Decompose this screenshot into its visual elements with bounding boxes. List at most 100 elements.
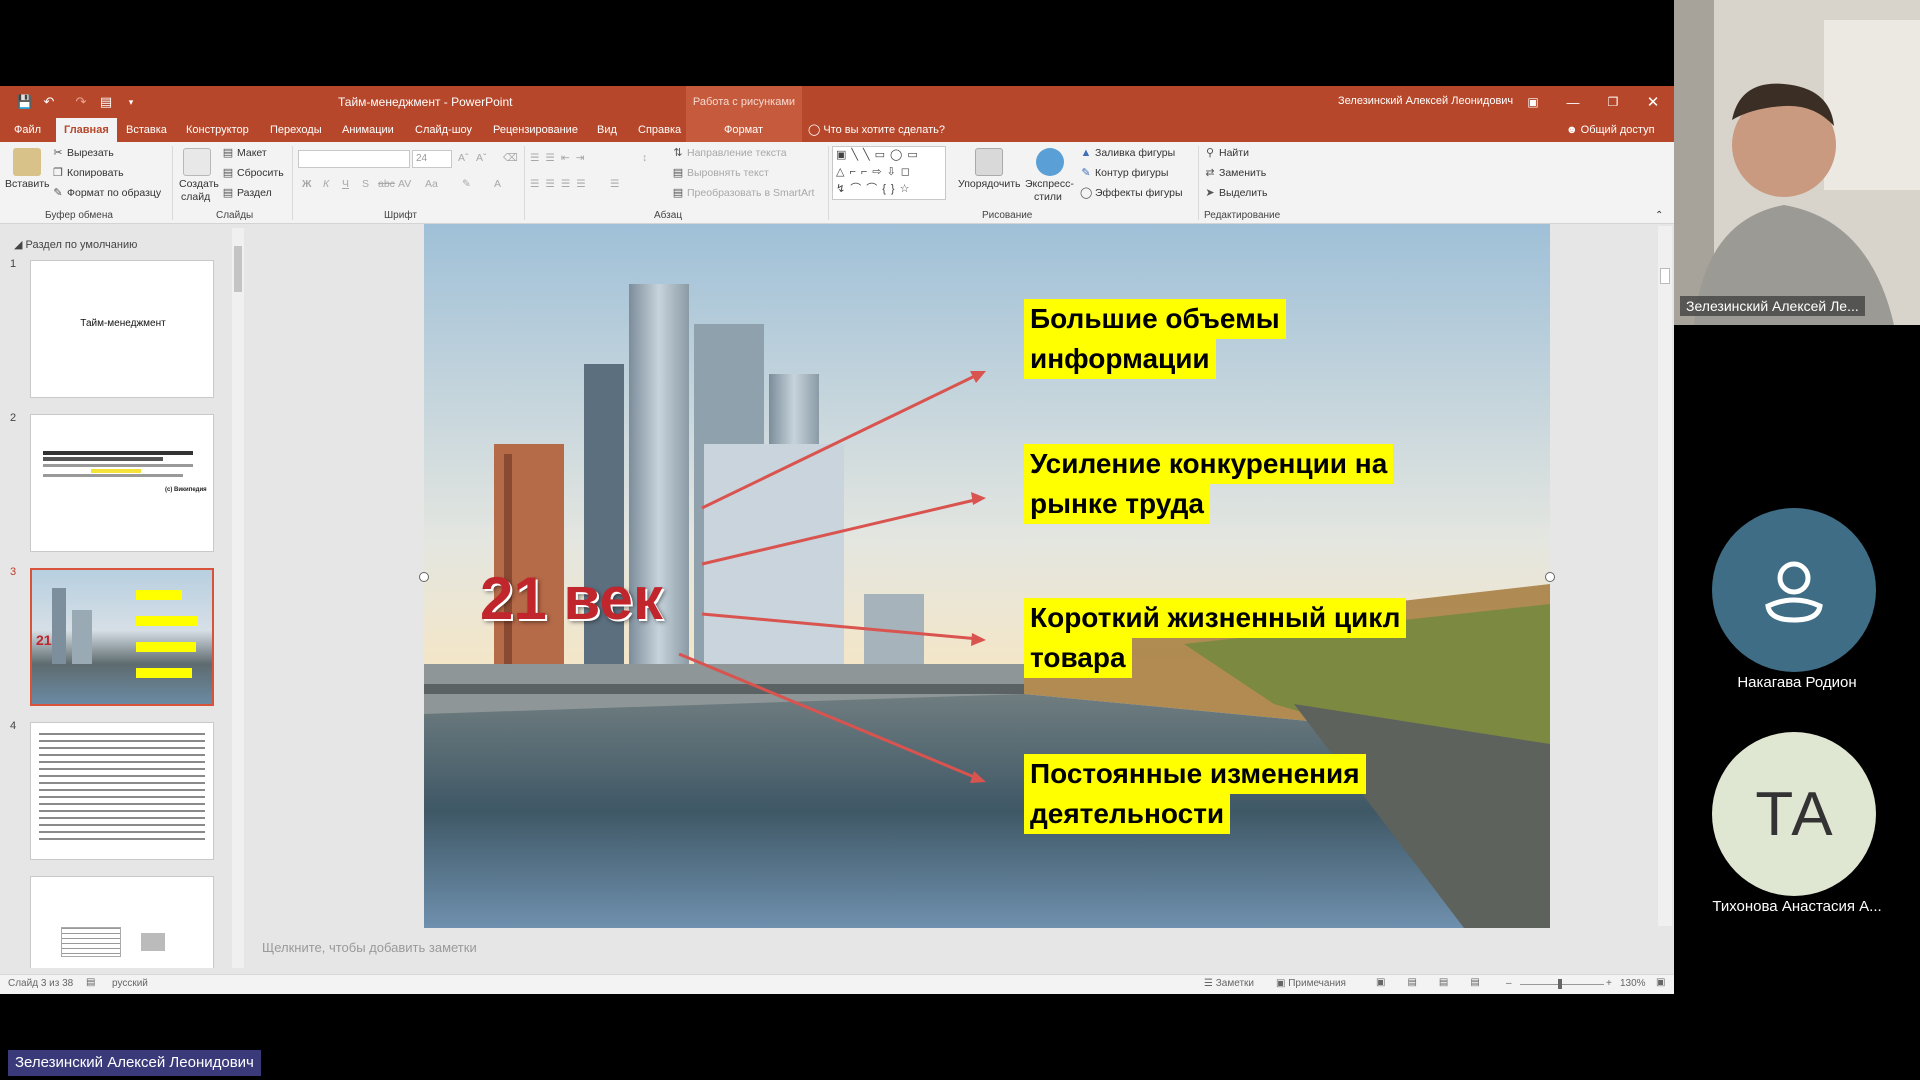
shadow-icon[interactable]: S bbox=[362, 178, 369, 190]
underline-icon[interactable]: Ч bbox=[342, 178, 349, 190]
shape-effects-button[interactable]: ◯ Эффекты фигуры bbox=[1080, 187, 1183, 199]
shape-fill-button[interactable]: ▲ Заливка фигуры bbox=[1080, 147, 1176, 159]
scrollbar-thumb[interactable] bbox=[1660, 268, 1670, 284]
copy-button[interactable]: ❐ Копировать bbox=[52, 167, 123, 179]
zoom-out-icon[interactable]: – bbox=[1506, 978, 1512, 989]
align-icons[interactable]: ☰☰☰☰ bbox=[530, 178, 592, 190]
minimize-icon[interactable]: — bbox=[1560, 90, 1586, 114]
zoom-level[interactable]: 130% bbox=[1620, 978, 1646, 989]
account-user-name[interactable]: Зелезинский Алексей Леонидович bbox=[1338, 95, 1513, 107]
tab-design[interactable]: Конструктор bbox=[178, 118, 257, 142]
tab-help[interactable]: Справка bbox=[630, 118, 689, 142]
select-button[interactable]: ➤ Выделить bbox=[1204, 187, 1267, 199]
text-direction-button[interactable]: ⇅ Направление текста bbox=[672, 147, 786, 159]
spellcheck-icon[interactable]: ▤ bbox=[86, 977, 95, 988]
tab-slideshow[interactable]: Слайд-шоу bbox=[407, 118, 480, 142]
slide-headline[interactable]: 21 век bbox=[480, 564, 663, 633]
align-text-button[interactable]: ▤ Выровнять текст bbox=[672, 167, 769, 179]
zoom-slider-thumb[interactable] bbox=[1558, 979, 1562, 989]
paste-button[interactable]: Вставить bbox=[5, 178, 50, 190]
quick-styles-line2[interactable]: стили bbox=[1034, 191, 1062, 203]
participant-avatar-initials[interactable]: ТА bbox=[1712, 732, 1876, 896]
arrange-button[interactable]: Упорядочить bbox=[958, 178, 1020, 190]
thumbnails-scrollbar[interactable] bbox=[232, 228, 244, 968]
case-icon[interactable]: Aa bbox=[425, 178, 438, 190]
smartart-button[interactable]: ▤ Преобразовать в SmartArt bbox=[672, 187, 815, 199]
comments-button[interactable]: ▣ Примечания bbox=[1276, 978, 1346, 989]
tab-animations[interactable]: Анимации bbox=[334, 118, 402, 142]
start-slideshow-icon[interactable]: ▤ bbox=[97, 93, 115, 111]
tell-me-search[interactable]: ◯ Что вы хотите сделать? bbox=[808, 118, 945, 142]
font-shrink-icon[interactable]: Aˇ bbox=[476, 152, 487, 164]
new-slide-line1[interactable]: Создать bbox=[179, 178, 219, 190]
shape-outline-button[interactable]: ✎ Контур фигуры bbox=[1080, 167, 1168, 179]
section-button[interactable]: ▤ Раздел bbox=[222, 187, 272, 199]
notes-placeholder[interactable]: Щелкните, чтобы добавить заметки bbox=[262, 940, 477, 955]
zoom-in-icon[interactable]: + bbox=[1606, 978, 1612, 989]
point-1[interactable]: Большие объемы информации bbox=[1024, 299, 1286, 379]
slide-canvas[interactable]: 21 век Большие объемы информации Усилени… bbox=[424, 224, 1550, 928]
quick-styles-line1[interactable]: Экспресс- bbox=[1025, 178, 1074, 190]
italic-icon[interactable]: К bbox=[323, 178, 329, 190]
resize-handle[interactable] bbox=[419, 572, 429, 582]
slide-thumbnail-5[interactable] bbox=[30, 876, 214, 968]
fit-slide-icon[interactable]: ▣ bbox=[1656, 977, 1665, 988]
shapes-gallery[interactable]: ▣╲╲▭◯▭ △⌐⌐⇨⇩◻ ↯⌒⌒{}☆ bbox=[832, 146, 946, 200]
ribbon-display-icon[interactable]: ▣ bbox=[1520, 90, 1546, 114]
highlight-icon[interactable]: ✎ bbox=[462, 178, 471, 190]
font-color-icon[interactable]: A bbox=[494, 178, 501, 190]
collapse-ribbon-icon[interactable]: ⌃ bbox=[1655, 210, 1663, 221]
resize-handle[interactable] bbox=[1545, 572, 1555, 582]
view-buttons[interactable]: ▣▤▤▤ bbox=[1376, 977, 1502, 988]
slide-thumbnail-3[interactable]: 21 bbox=[30, 568, 214, 706]
point-4[interactable]: Постоянные изменения деятельности bbox=[1024, 754, 1366, 834]
notes-button[interactable]: ☰ Заметки bbox=[1204, 978, 1254, 989]
customize-toolbar-icon[interactable]: ▾ bbox=[122, 93, 140, 111]
point-3[interactable]: Короткий жизненный цикл товара bbox=[1024, 598, 1407, 678]
scrollbar-thumb[interactable] bbox=[234, 246, 242, 292]
point-2[interactable]: Усиление конкуренции на рынке труда bbox=[1024, 444, 1394, 524]
paste-icon[interactable] bbox=[13, 148, 41, 176]
section-header[interactable]: ◢ Раздел по умолчанию bbox=[14, 238, 137, 251]
save-icon[interactable]: 💾 bbox=[16, 93, 34, 111]
new-slide-icon[interactable] bbox=[183, 148, 211, 176]
slide-thumbnail-1[interactable]: Тайм-менеджмент bbox=[30, 260, 214, 398]
replace-button[interactable]: ⇄ Заменить bbox=[1204, 167, 1266, 179]
slide-thumbnail-2[interactable]: (с) Википедия bbox=[30, 414, 214, 552]
new-slide-line2[interactable]: слайд bbox=[181, 191, 210, 203]
slide-thumbnail-4[interactable] bbox=[30, 722, 214, 860]
line-spacing-icon[interactable]: ↕ bbox=[642, 152, 647, 164]
zoom-slider[interactable] bbox=[1520, 984, 1604, 985]
font-size-box[interactable]: 24 bbox=[412, 150, 452, 168]
cut-button[interactable]: ✂ Вырезать bbox=[52, 147, 113, 159]
tab-insert[interactable]: Вставка bbox=[118, 118, 175, 142]
tab-home[interactable]: Главная bbox=[56, 118, 117, 142]
close-icon[interactable]: ✕ bbox=[1640, 90, 1666, 114]
tab-transitions[interactable]: Переходы bbox=[262, 118, 330, 142]
undo-icon[interactable]: ↶ bbox=[40, 93, 58, 111]
format-painter-button[interactable]: ✎ Формат по образцу bbox=[52, 187, 161, 199]
participant-avatar[interactable] bbox=[1712, 508, 1876, 672]
tab-format[interactable]: Формат bbox=[716, 118, 771, 142]
columns-icon[interactable]: ☰ bbox=[610, 178, 619, 190]
quick-styles-icon[interactable] bbox=[1036, 148, 1064, 176]
tab-file[interactable]: Файл bbox=[6, 118, 49, 142]
reset-button[interactable]: ▤ Сбросить bbox=[222, 167, 284, 179]
font-name-box[interactable] bbox=[298, 150, 410, 168]
bold-icon[interactable]: Ж bbox=[302, 178, 312, 190]
spacing-icon[interactable]: AV bbox=[398, 178, 411, 190]
strikethrough-icon[interactable]: abc bbox=[378, 178, 395, 190]
tab-review[interactable]: Рецензирование bbox=[485, 118, 586, 142]
editor-scrollbar[interactable] bbox=[1658, 226, 1672, 926]
restore-icon[interactable]: ❐ bbox=[1600, 90, 1626, 114]
share-button[interactable]: ☻ Общий доступ bbox=[1566, 118, 1655, 142]
language[interactable]: русский bbox=[112, 978, 148, 989]
clear-formatting-icon[interactable]: ⌫ bbox=[503, 152, 518, 164]
redo-icon[interactable]: ↷ bbox=[72, 93, 90, 111]
find-button[interactable]: ⚲ Найти bbox=[1204, 147, 1249, 159]
layout-button[interactable]: ▤ Макет bbox=[222, 147, 267, 159]
font-grow-icon[interactable]: Aˆ bbox=[458, 152, 469, 164]
tab-view[interactable]: Вид bbox=[589, 118, 625, 142]
arrange-icon[interactable] bbox=[975, 148, 1003, 176]
list-icons[interactable]: ☰☰⇤⇥ bbox=[530, 152, 590, 164]
